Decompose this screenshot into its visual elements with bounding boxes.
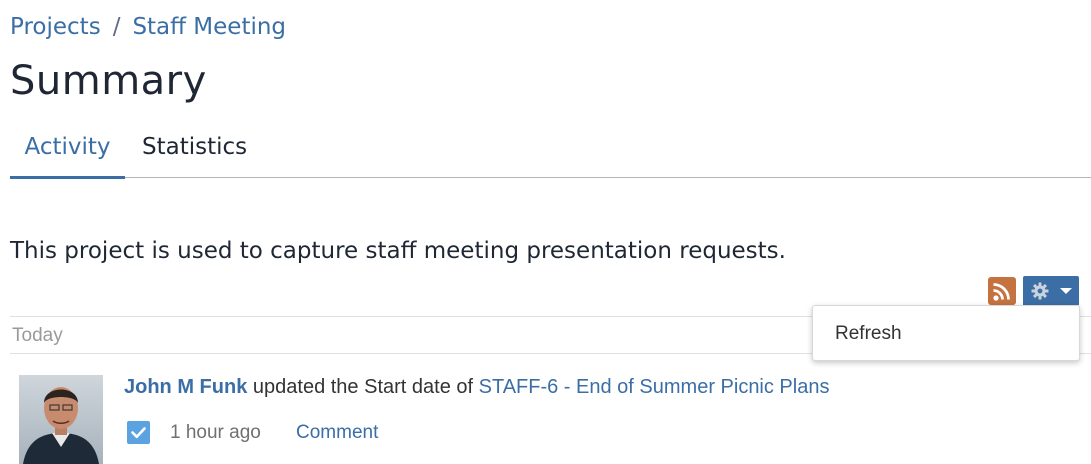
page-title: Summary — [10, 58, 207, 104]
tab-bar: Activity Statistics — [10, 124, 1091, 179]
project-description: This project is used to capture staff me… — [10, 238, 786, 264]
tab-activity[interactable]: Activity — [10, 134, 125, 179]
activity-entry-text: John M Funk updated the Start date of ST… — [124, 376, 829, 399]
rss-feed-icon — [993, 283, 1010, 301]
comment-link[interactable]: Comment — [296, 422, 378, 444]
breadcrumb: Projects / Staff Meeting — [10, 14, 286, 40]
breadcrumb-link-staff-meeting[interactable]: Staff Meeting — [132, 14, 286, 40]
rss-feed-button[interactable] — [988, 277, 1016, 305]
user-avatar-photo — [19, 375, 103, 464]
user-link[interactable]: John M Funk — [124, 376, 247, 398]
activity-settings-dropdown[interactable] — [1023, 276, 1079, 305]
menu-item-refresh[interactable]: Refresh — [835, 323, 902, 345]
avatar[interactable] — [19, 375, 103, 464]
caret-down-icon — [1060, 288, 1072, 294]
issue-link[interactable]: STAFF-6 - End of Summer Picnic Plans — [479, 376, 830, 398]
gear-icon — [1031, 282, 1049, 300]
breadcrumb-separator: / — [112, 14, 121, 40]
activity-timestamp: 1 hour ago — [170, 422, 261, 443]
breadcrumb-link-projects[interactable]: Projects — [10, 14, 101, 40]
activity-action: updated the Start date of — [252, 376, 474, 398]
date-heading: Today — [12, 325, 63, 346]
tab-statistics[interactable]: Statistics — [142, 134, 247, 160]
task-checkbox-icon — [127, 421, 150, 444]
settings-menu: Refresh — [812, 305, 1080, 361]
